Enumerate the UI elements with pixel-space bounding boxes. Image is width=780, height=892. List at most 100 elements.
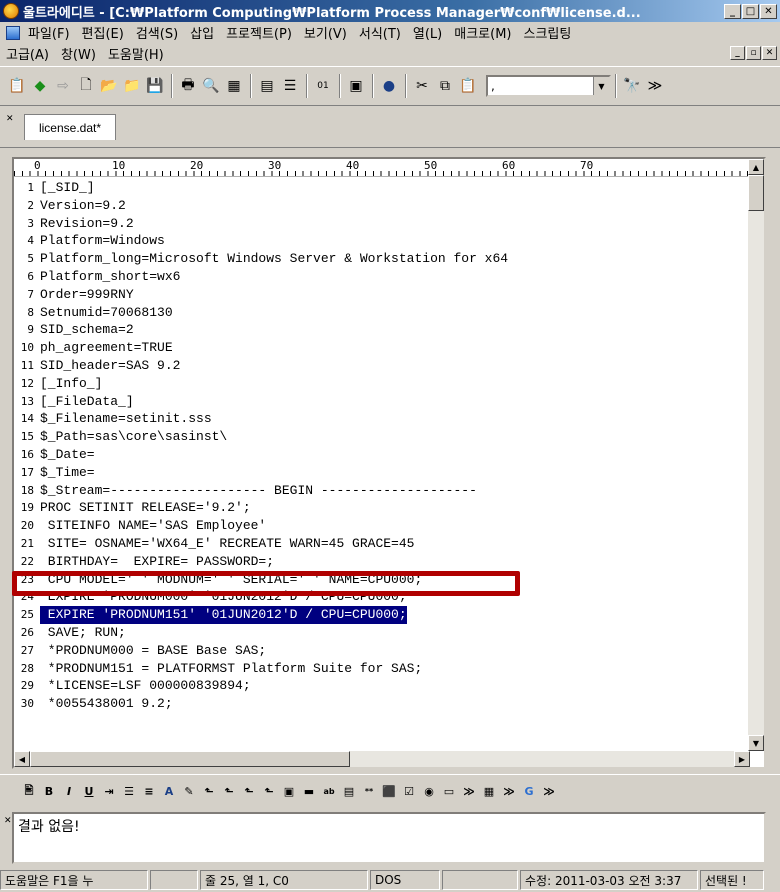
bullet-list-icon[interactable]: ☰	[120, 783, 138, 801]
code-line[interactable]: 25 EXPIRE 'PRODNUM151' '01JUN2012'D / CP…	[14, 606, 750, 624]
code-line[interactable]: 9 SID_schema=2	[14, 321, 750, 339]
code-line[interactable]: 5 Platform_long=Microsoft Windows Server …	[14, 250, 750, 268]
word-wrap-icon[interactable]: ▤	[256, 75, 278, 97]
tab-close-icon[interactable]: ✕	[6, 114, 14, 124]
checkbox-icon[interactable]: ☑	[400, 783, 418, 801]
code-line[interactable]: 7 Order=999RNY	[14, 286, 750, 304]
menu-item[interactable]: 열(L)	[407, 23, 448, 42]
textarea-icon[interactable]: ▤	[340, 783, 358, 801]
doc-minimize-button[interactable]: _	[730, 46, 745, 60]
chevron-down-icon[interactable]: ▼	[593, 77, 609, 95]
browser-icon[interactable]: ●	[378, 75, 400, 97]
underline-icon[interactable]: U	[80, 783, 98, 801]
paste-icon[interactable]: 📋	[457, 75, 479, 97]
format-icon[interactable]: 🖹	[20, 783, 38, 801]
google-icon[interactable]: G	[520, 783, 538, 801]
more-chevron-icon[interactable]: ≫	[644, 75, 666, 97]
code-line[interactable]: 8 Setnumid=70068130	[14, 304, 750, 322]
bold-icon[interactable]: B	[40, 783, 58, 801]
close-button[interactable]: ✕	[760, 3, 777, 19]
table-icon[interactable]: ▦	[480, 783, 498, 801]
menu-item[interactable]: 검색(S)	[130, 23, 184, 42]
cut-icon[interactable]: ✂	[411, 75, 433, 97]
doc-restore-button[interactable]: ▫	[746, 46, 761, 60]
title-bar[interactable]: 울트라에디트 - [C:₩Platform Computing₩Platform…	[0, 0, 780, 22]
new-file-icon[interactable]: 🗋	[75, 75, 97, 97]
column-mode-icon[interactable]: ☰	[279, 75, 301, 97]
print-icon[interactable]: 🖶	[177, 75, 199, 97]
text-editor[interactable]: 0 10 20 30 40 50 60 70 1 [_SID_] 2 Version=9.2 3 Rev…	[12, 157, 766, 769]
code-line[interactable]: 3 Revision=9.2	[14, 215, 750, 233]
scroll-down-icon[interactable]: ▼	[748, 735, 764, 751]
more-chevron-icon[interactable]: ≫	[500, 783, 518, 801]
menu-item[interactable]: 매크로(M)	[448, 23, 517, 42]
code-line[interactable]: 29 *LICENSE=LSF 000000839894;	[14, 677, 750, 695]
code-area[interactable]: 1 [_SID_] 2 Version=9.2 3 Revision=9.2 4 Platfo…	[14, 179, 750, 751]
toggle-icon[interactable]: 📋	[6, 75, 28, 97]
print-preview-icon[interactable]: 🔍	[200, 75, 222, 97]
menu-item[interactable]: 편집(E)	[76, 23, 130, 42]
code-line[interactable]: 4 Platform=Windows	[14, 232, 750, 250]
font-color-icon[interactable]: A	[160, 783, 178, 801]
menu-item[interactable]: 창(W)	[55, 44, 102, 63]
menu-item[interactable]: 스크립팅	[518, 23, 578, 42]
code-line[interactable]: 20 SITEINFO NAME='SAS Employee'	[14, 517, 750, 535]
back-arrow-icon[interactable]: ◆	[29, 75, 51, 97]
open-folder-icon[interactable]: 📂	[98, 75, 120, 97]
select-icon[interactable]: ▭	[440, 783, 458, 801]
output-window[interactable]: ✕ 결과 없음!	[4, 812, 766, 864]
save-icon[interactable]: 💾	[144, 75, 166, 97]
clipboard-combo[interactable]: , ▼	[486, 75, 611, 97]
code-line[interactable]: 23 CPU MODEL=' ' MODNUM=' ' SERIAL=' ' N…	[14, 571, 750, 589]
code-line[interactable]: 26 SAVE; RUN;	[14, 624, 750, 642]
horizontal-scroll-thumb[interactable]	[30, 751, 350, 767]
scroll-left-icon[interactable]: ◀	[14, 751, 30, 767]
horizontal-scrollbar[interactable]: ◀ ▶	[14, 751, 750, 767]
vertical-scroll-thumb[interactable]	[748, 175, 764, 211]
menu-item[interactable]: 보기(V)	[298, 23, 353, 42]
code-line[interactable]: 14 $_Filename=setinit.sss	[14, 410, 750, 428]
form-icon[interactable]: ab	[320, 783, 338, 801]
properties-icon[interactable]: ▣	[345, 75, 367, 97]
code-line[interactable]: 18 $_Stream=-------------------- BEGIN --…	[14, 482, 750, 500]
code-line[interactable]: 27 *PRODNUM000 = BASE Base SAS;	[14, 642, 750, 660]
document-icon[interactable]	[6, 25, 20, 40]
code-line[interactable]: 15 $_Path=sas\core\sasinst\	[14, 428, 750, 446]
minimize-button[interactable]: _	[724, 3, 741, 19]
output-close-icon[interactable]: ✕	[4, 816, 12, 826]
code-line[interactable]: 11 SID_header=SAS 9.2	[14, 357, 750, 375]
menu-item[interactable]: 서식(T)	[353, 23, 407, 42]
button-icon[interactable]: ⬛	[380, 783, 398, 801]
code-line[interactable]: 1 [_SID_]	[14, 179, 750, 197]
code-line[interactable]: 17 $_Time=	[14, 464, 750, 482]
highlight-icon[interactable]: ✎	[180, 783, 198, 801]
indent-icon[interactable]: ⇥	[100, 783, 118, 801]
doc-close-button[interactable]: ✕	[762, 46, 777, 60]
menu-item[interactable]: 삽입	[184, 23, 220, 42]
align-left-icon[interactable]: ⬑	[200, 783, 218, 801]
more-chevron-icon[interactable]: ≫	[540, 783, 558, 801]
horizontal-rule-icon[interactable]: ▬	[300, 783, 318, 801]
hex-mode-icon[interactable]: 01	[312, 75, 334, 97]
code-line[interactable]: 12 [_Info_]	[14, 375, 750, 393]
italic-icon[interactable]: I	[60, 783, 78, 801]
vertical-scrollbar[interactable]: ▲ ▼	[748, 159, 764, 751]
menu-item[interactable]: 파일(F)	[22, 23, 76, 42]
tab-license-dat[interactable]: license.dat*	[24, 114, 116, 140]
code-line[interactable]: 28 *PRODNUM151 = PLATFORMST Platform Sui…	[14, 660, 750, 678]
code-line[interactable]: 22 BIRTHDAY= EXPIRE= PASSWORD=;	[14, 553, 750, 571]
radio-icon[interactable]: ◉	[420, 783, 438, 801]
code-line[interactable]: 30 *0055438001 9.2;	[14, 695, 750, 713]
page-setup-icon[interactable]: ▦	[223, 75, 245, 97]
menu-item[interactable]: 프로젝트(P)	[220, 23, 298, 42]
password-icon[interactable]: **	[360, 783, 378, 801]
code-line[interactable]: 24 EXPIRE 'PRODNUM000' '01JUN2012'D / CP…	[14, 588, 750, 606]
menu-item[interactable]: 고급(A)	[0, 44, 55, 63]
code-line[interactable]: 19 PROC SETINIT RELEASE='9.2';	[14, 499, 750, 517]
code-line[interactable]: 6 Platform_short=wx6	[14, 268, 750, 286]
more-chevron-icon[interactable]: ≫	[460, 783, 478, 801]
justify-icon[interactable]: ⬑	[260, 783, 278, 801]
image-icon[interactable]: ▣	[280, 783, 298, 801]
maximize-button[interactable]: □	[742, 3, 759, 19]
forward-arrow-icon[interactable]: ⇨	[52, 75, 74, 97]
